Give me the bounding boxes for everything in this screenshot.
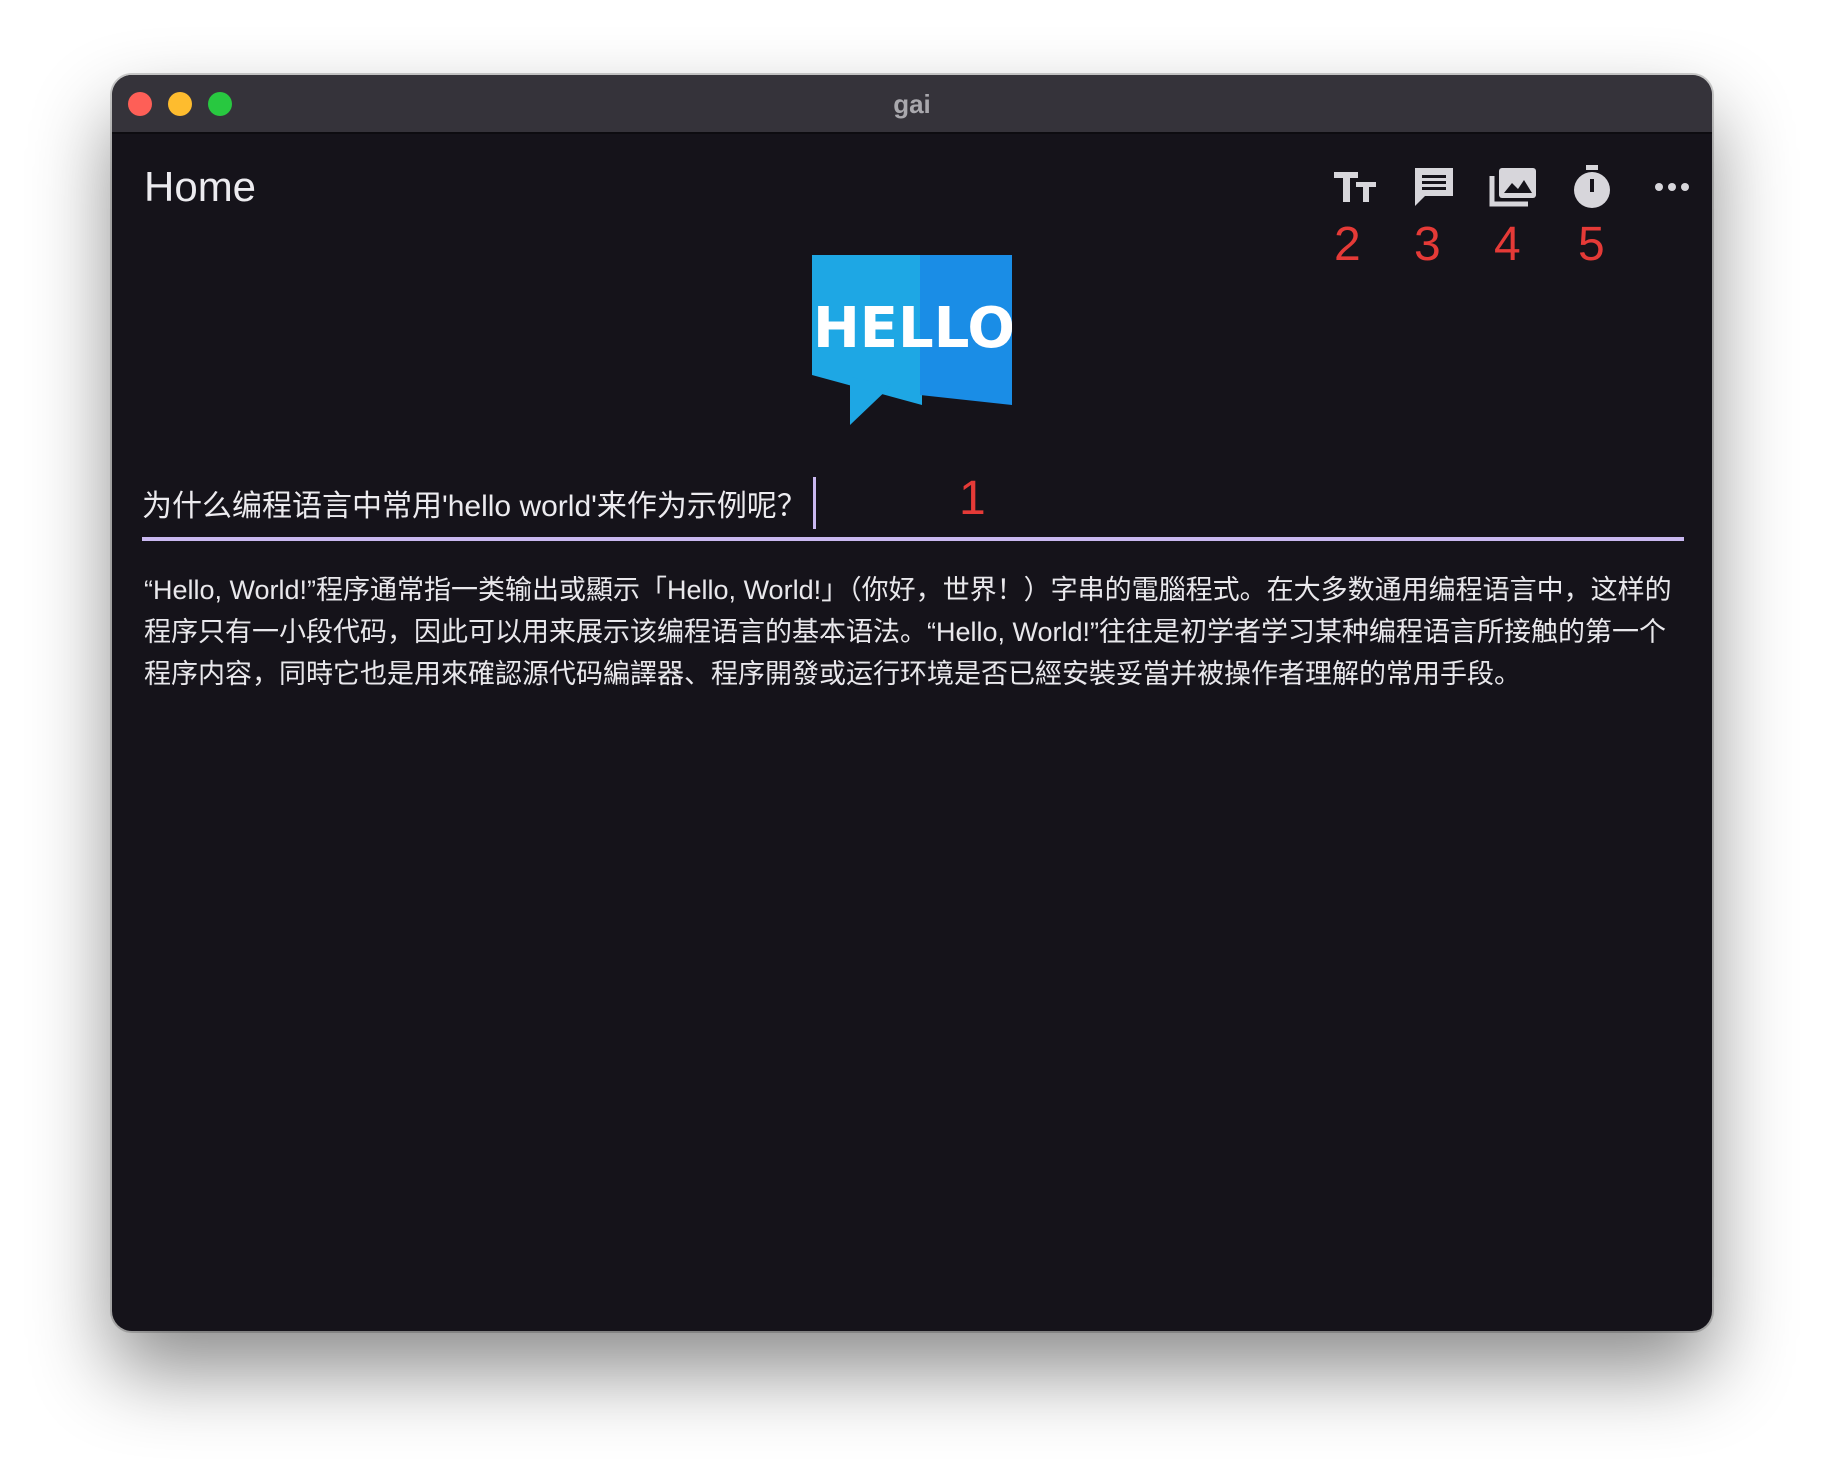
image-gallery-button[interactable]: [1488, 164, 1540, 210]
question-input-row[interactable]: 为什么编程语言中常用'hello world'来作为示例呢？: [142, 473, 1684, 545]
timer-icon: [1574, 165, 1610, 208]
input-underline: [142, 537, 1684, 541]
text-caret: [812, 477, 816, 529]
annotation-marker-4: 4: [1494, 218, 1521, 271]
answer-text: “Hello, World!”程序通常指一类输出或顯示「Hello, World…: [144, 575, 1672, 689]
image-gallery-icon: [1489, 168, 1536, 207]
text-size-button[interactable]: [1332, 164, 1378, 210]
logo-text: HELLO: [813, 296, 1012, 361]
question-input-text: 为什么编程语言中常用'hello world'来作为示例呢？: [142, 490, 807, 523]
timer-button[interactable]: [1569, 164, 1615, 210]
annotation-marker-2: 2: [1334, 218, 1361, 271]
window-title: gai: [893, 89, 931, 119]
more-icon: [1655, 183, 1689, 191]
title-bar[interactable]: gai: [112, 75, 1712, 134]
app-window: gai Home 2 3 4 5 1 HELLO 为什么编程语言中常用'hell…: [112, 75, 1712, 1331]
annotation-marker-3: 3: [1414, 218, 1441, 271]
annotation-marker-5: 5: [1578, 218, 1605, 271]
question-input[interactable]: 为什么编程语言中常用'hello world'来作为示例呢？: [142, 473, 816, 533]
chat-icon: [1415, 168, 1453, 206]
hello-logo: HELLO: [812, 255, 1012, 425]
text-size-icon: [1334, 172, 1376, 202]
more-options-button[interactable]: [1649, 164, 1695, 210]
page-title: Home: [144, 163, 257, 210]
chat-button[interactable]: [1411, 164, 1457, 210]
